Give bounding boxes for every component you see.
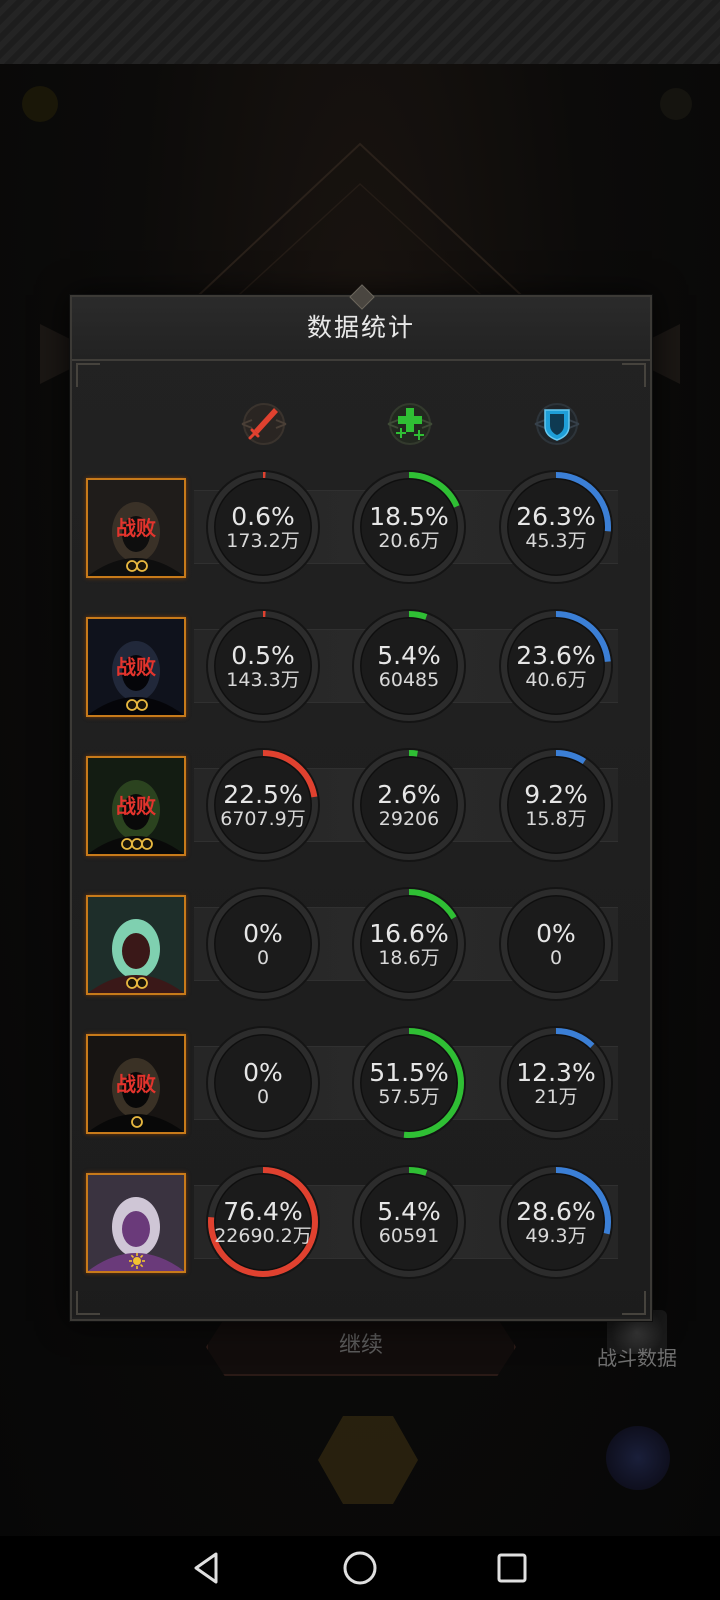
battle-data-label: 战斗数据 [597, 1348, 677, 1370]
tank-amount: 45.3万 [525, 530, 587, 552]
dialog-header: 数据统计 [72, 284, 650, 361]
rank-icon [120, 697, 154, 713]
heal-amount: 18.6万 [378, 947, 440, 969]
tank-amount: 21万 [534, 1086, 578, 1108]
rank-icon [120, 975, 154, 991]
heal-amount: 29206 [378, 808, 440, 830]
damage-amount: 143.3万 [226, 669, 300, 691]
shield-icon [527, 394, 587, 454]
heal-percent: 5.4% [377, 1197, 441, 1226]
tank-amount: 15.8万 [525, 808, 587, 830]
rank-icon [120, 1114, 154, 1130]
tank-percent: 23.6% [516, 641, 596, 670]
damage-dial: 0% 0 [204, 885, 322, 1003]
tank-percent: 0% [536, 919, 576, 948]
sword-icon [234, 394, 294, 454]
damage-amount: 22690.2万 [214, 1225, 312, 1247]
damage-percent: 0.5% [231, 641, 295, 670]
tank-dial: 28.6% 49.3万 [497, 1163, 615, 1281]
hero-avatar[interactable] [86, 895, 186, 995]
damage-dial: 0% 0 [204, 1024, 322, 1142]
tank-dial: 26.3% 45.3万 [497, 468, 615, 586]
continue-button: 继续 [206, 1318, 516, 1376]
heal-percent: 2.6% [377, 780, 441, 809]
rank-icon [120, 836, 154, 852]
damage-amount: 173.2万 [226, 530, 300, 552]
hero-row: 战败 0% 0 51.5% 57.5万 12.3% 21万 [86, 1024, 634, 1142]
tank-amount: 49.3万 [525, 1225, 587, 1247]
heal-dial: 5.4% 60485 [350, 607, 468, 725]
hero-row: 76.4% 22690.2万 5.4% 60591 28.6% 49.3万 [86, 1163, 634, 1281]
tank-amount: 40.6万 [525, 669, 587, 691]
heal-dial: 5.4% 60591 [350, 1163, 468, 1281]
damage-dial: 0.5% 143.3万 [204, 607, 322, 725]
recents-square-icon[interactable] [492, 1548, 532, 1588]
hero-avatar[interactable] [86, 1173, 186, 1273]
hero-avatar[interactable]: 战败 [86, 756, 186, 856]
damage-percent: 0% [243, 1058, 283, 1087]
defeat-label: 战败 [116, 1074, 156, 1096]
heal-amount: 20.6万 [378, 530, 440, 552]
damage-percent: 76.4% [223, 1197, 303, 1226]
damage-dial: 76.4% 22690.2万 [204, 1163, 322, 1281]
damage-percent: 0.6% [231, 502, 295, 531]
screen: 继续 战斗数据 数据统计 战败 0.6% 173.2万 18.5% 20.6万 … [0, 0, 720, 1600]
heal-dial: 16.6% 18.6万 [350, 885, 468, 1003]
tank-amount: 0 [549, 947, 563, 969]
hero-avatar[interactable]: 战败 [86, 1034, 186, 1134]
tank-percent: 26.3% [516, 502, 596, 531]
hero-row: 0% 0 16.6% 18.6万 0% 0 [86, 885, 634, 1003]
corner-ornament [622, 1291, 646, 1315]
damage-dial: 22.5% 6707.9万 [204, 746, 322, 864]
tank-percent: 12.3% [516, 1058, 596, 1087]
tank-percent: 9.2% [524, 780, 588, 809]
damage-percent: 22.5% [223, 780, 303, 809]
heal-cross-icon [380, 394, 440, 454]
tank-dial: 12.3% 21万 [497, 1024, 615, 1142]
tank-percent: 28.6% [516, 1197, 596, 1226]
back-triangle-icon[interactable] [186, 1548, 226, 1588]
tank-dial: 23.6% 40.6万 [497, 607, 615, 725]
heal-amount: 60591 [378, 1225, 440, 1247]
heal-percent: 5.4% [377, 641, 441, 670]
rank-icon [120, 558, 154, 574]
orb-icon [606, 1426, 670, 1490]
heal-amount: 60485 [378, 669, 440, 691]
damage-dial: 0.6% 173.2万 [204, 468, 322, 586]
status-bar [0, 0, 720, 66]
heal-percent: 16.6% [369, 919, 449, 948]
defeat-label: 战败 [116, 518, 156, 540]
home-circle-icon[interactable] [340, 1548, 380, 1588]
system-nav-bar [0, 1536, 720, 1600]
hero-row: 战败 0.5% 143.3万 5.4% 60485 23.6% 40.6万 [86, 607, 634, 725]
heal-percent: 18.5% [369, 502, 449, 531]
defeat-label: 战败 [116, 657, 156, 679]
heal-percent: 51.5% [369, 1058, 449, 1087]
damage-amount: 0 [256, 1086, 270, 1108]
hero-avatar[interactable]: 战败 [86, 478, 186, 578]
tank-dial: 0% 0 [497, 885, 615, 1003]
hero-row: 战败 0.6% 173.2万 18.5% 20.6万 26.3% 45.3万 [86, 468, 634, 586]
hero-avatar[interactable]: 战败 [86, 617, 186, 717]
corner-ornament [622, 363, 646, 387]
damage-amount: 0 [256, 947, 270, 969]
damage-amount: 6707.9万 [220, 808, 306, 830]
tank-dial: 9.2% 15.8万 [497, 746, 615, 864]
heal-dial: 51.5% 57.5万 [350, 1024, 468, 1142]
hero-row: 战败 22.5% 6707.9万 2.6% 29206 9.2% 15.8万 [86, 746, 634, 864]
rank-icon [120, 1253, 154, 1269]
damage-percent: 0% [243, 919, 283, 948]
corner-ornament [76, 1291, 100, 1315]
heal-dial: 18.5% 20.6万 [350, 468, 468, 586]
heal-amount: 57.5万 [378, 1086, 440, 1108]
heal-dial: 2.6% 29206 [350, 746, 468, 864]
corner-ornament [76, 363, 100, 387]
defeat-label: 战败 [116, 796, 156, 818]
